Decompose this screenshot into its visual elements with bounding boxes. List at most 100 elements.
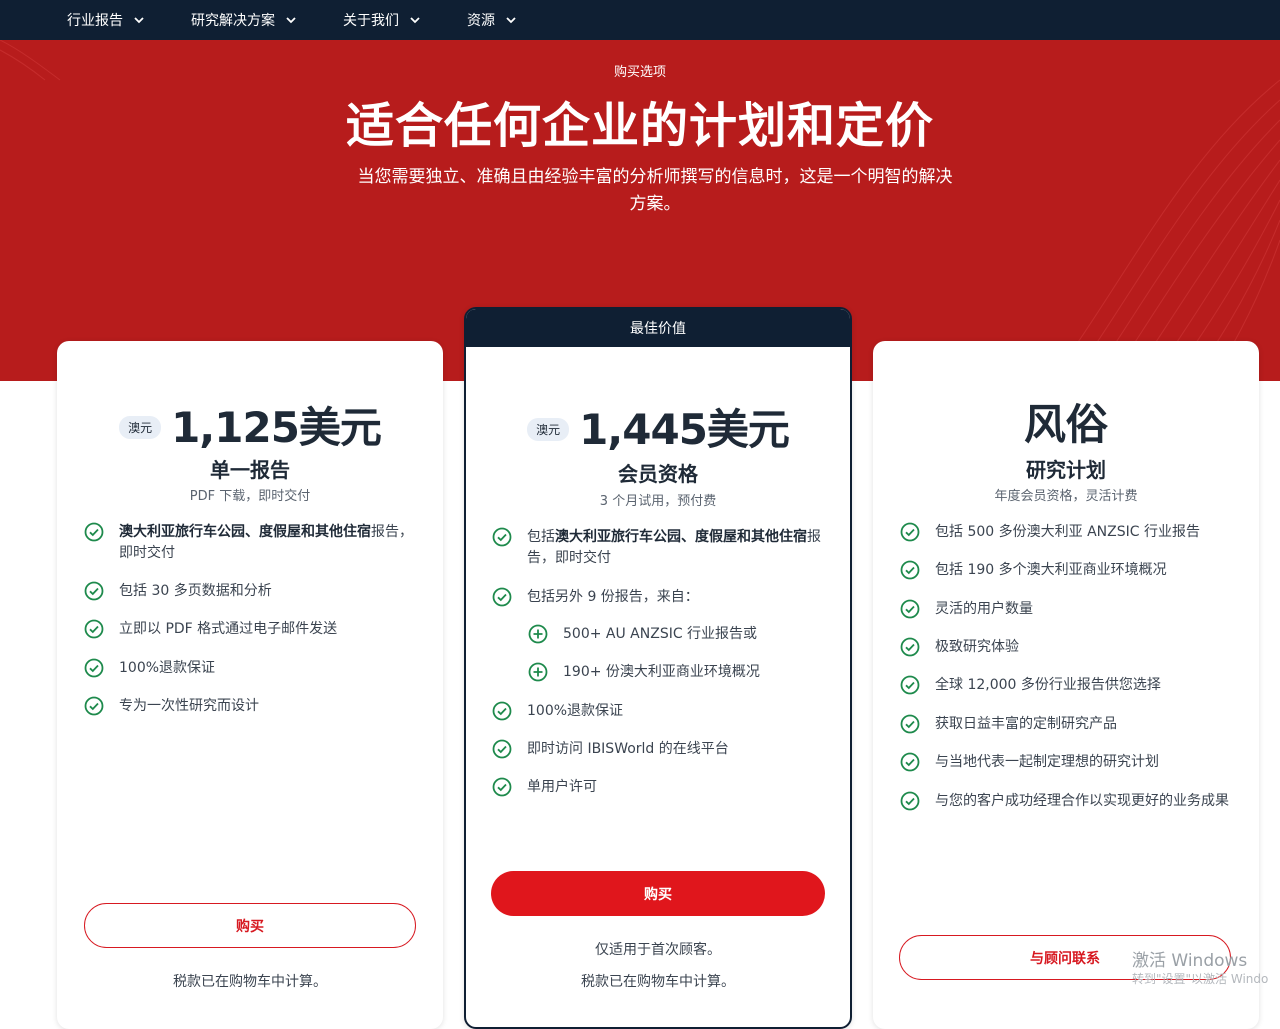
feature-item: 100%退款保证 xyxy=(492,701,623,722)
price-row: 澳元 1,445美元 xyxy=(466,396,850,457)
nav-item-label: 关于我们 xyxy=(343,13,399,29)
feature-item: 与当地代表一起制定理想的研究计划 xyxy=(900,752,1159,773)
feature-item: 包括 500 多份澳大利亚 ANZSIC 行业报告 xyxy=(900,522,1200,543)
check-circle-icon xyxy=(84,522,104,542)
feature-item: 100%退款保证 xyxy=(84,658,215,679)
plan-name: 会员资格 xyxy=(618,462,698,486)
check-circle-icon xyxy=(84,658,104,678)
plan-price: 1,445美元 xyxy=(579,405,790,454)
check-circle-icon xyxy=(492,777,512,797)
feature-item: 与您的客户成功经理合作以实现更好的业务成果 xyxy=(900,791,1250,812)
plan-title: 风俗 xyxy=(1023,400,1108,449)
currency-badge: 澳元 xyxy=(527,418,570,441)
plan-price: 1,125美元 xyxy=(171,403,382,452)
buy-button[interactable]: 购买 xyxy=(491,871,825,916)
feature-item: 包括澳大利亚旅行车公园、度假屋和其他住宿报 告，即时交付 xyxy=(492,527,827,569)
check-circle-icon xyxy=(900,599,920,619)
hero-subtitle-line: 当您需要独立、准确且由经验丰富的分析师撰写的信息时，这是一个明智的解决 xyxy=(357,167,953,187)
plan-card-custom: 风俗 研究计划 年度会员资格，灵活计费 包括 500 多份澳大利亚 ANZSIC… xyxy=(873,341,1259,1029)
plan-card-membership: 最佳价值 澳元 1,445美元 会员资格 3 个月试用，预付费 包括澳大利亚旅行… xyxy=(464,307,852,1029)
check-circle-icon xyxy=(492,701,512,721)
windows-activation-hint: 转到"设置"以激活 Windo xyxy=(1132,972,1269,986)
chevron-down-icon xyxy=(506,17,516,24)
chevron-down-icon xyxy=(410,17,420,24)
page-title: 适合任何企业的计划和定价 xyxy=(345,98,934,154)
check-circle-icon xyxy=(84,619,104,639)
plan-note: PDF 下载，即时交付 xyxy=(189,489,311,504)
first-time-note: 仅适用于首次顾客。 xyxy=(595,942,721,958)
feature-text: 包括 30 多页数据和分析 xyxy=(119,583,272,599)
feature-second-line: 即时交付 xyxy=(119,545,175,561)
feature-item: 澳大利亚旅行车公园、度假屋和其他住宿报告， 即时交付 xyxy=(84,522,414,564)
check-circle-icon xyxy=(492,739,512,759)
check-circle-icon xyxy=(84,696,104,716)
check-circle-icon xyxy=(900,752,920,772)
feature-text: 包括另外 9 份报告，来自： xyxy=(527,589,699,605)
feature-text: 与您的客户成功经理合作以实现更好的业务成果 xyxy=(935,793,1229,809)
currency-badge: 澳元 xyxy=(119,416,162,439)
check-circle-icon xyxy=(900,714,920,734)
windows-activation-watermark: 激活 Windows xyxy=(1132,951,1248,971)
check-circle-icon xyxy=(900,560,920,580)
check-circle-icon xyxy=(84,581,104,601)
plan-name: 研究计划 xyxy=(1026,458,1106,482)
best-value-ribbon: 最佳价值 xyxy=(466,309,850,347)
feature-text: 500+ AU ANZSIC 行业报告或 xyxy=(563,626,758,642)
feature-item: 即时访问 IBISWorld 的在线平台 xyxy=(492,739,729,760)
feature-subitem: 500+ AU ANZSIC 行业报告或 xyxy=(528,624,757,645)
nav-item-label: 资源 xyxy=(467,13,495,29)
tax-note: 税款已在购物车中计算。 xyxy=(173,974,327,990)
feature-item: 立即以 PDF 格式通过电子邮件发送 xyxy=(84,619,337,640)
feature-text: 包括 500 多份澳大利亚 ANZSIC 行业报告 xyxy=(935,524,1200,540)
hero-subtitle-line: 方案。 xyxy=(629,194,681,214)
nav-about-us[interactable]: 关于我们 xyxy=(343,0,421,40)
plus-circle-icon xyxy=(528,662,548,682)
plan-name: 单一报告 xyxy=(210,458,290,482)
feature-text: 澳大利亚旅行车公园、度假屋和其他住宿报告， 即时交付 xyxy=(119,522,413,564)
plan-note: 年度会员资格，灵活计费 xyxy=(994,489,1138,504)
hero-eyebrow: 购买选项 xyxy=(613,65,666,80)
feature-text: 灵活的用户数量 xyxy=(935,601,1033,617)
tax-note: 税款已在购物车中计算。 xyxy=(581,974,735,990)
nav-resources[interactable]: 资源 xyxy=(467,0,517,40)
feature-text: 与当地代表一起制定理想的研究计划 xyxy=(935,754,1159,770)
feature-text: 190+ 份澳大利亚商业环境概况 xyxy=(563,664,760,680)
nav-industry-reports[interactable]: 行业报告 xyxy=(67,0,145,40)
check-circle-icon xyxy=(492,587,512,607)
feature-prefix: 包括 xyxy=(527,529,555,545)
feature-text: 即时访问 IBISWorld 的在线平台 xyxy=(527,741,729,757)
nav-item-label: 行业报告 xyxy=(67,13,123,29)
feature-item: 获取日益丰富的定制研究产品 xyxy=(900,714,1117,735)
feature-item: 极致研究体验 xyxy=(900,637,1019,658)
plan-card-single-report: 澳元 1,125美元 单一报告 PDF 下载，即时交付 澳大利亚旅行车公园、度假… xyxy=(57,341,443,1029)
plan-note: 3 个月试用，预付费 xyxy=(599,494,717,509)
feature-bold-text: 澳大利亚旅行车公园、度假屋和其他住宿 xyxy=(555,529,807,545)
check-circle-icon xyxy=(900,637,920,657)
nav-item-label: 研究解决方案 xyxy=(191,13,275,29)
buy-button[interactable]: 购买 xyxy=(84,903,416,948)
feature-text: 100%退款保证 xyxy=(119,660,216,676)
feature-suffix: 报 xyxy=(807,529,821,545)
hero-subtitle: 当您需要独立、准确且由经验丰富的分析师撰写的信息时，这是一个明智的解决 方案。 xyxy=(340,164,970,218)
feature-item: 灵活的用户数量 xyxy=(900,599,1033,620)
plus-circle-icon xyxy=(528,624,548,644)
feature-text: 包括 190 多个澳大利亚商业环境概况 xyxy=(935,562,1167,578)
feature-text: 极致研究体验 xyxy=(935,639,1019,655)
feature-text: 专为一次性研究而设计 xyxy=(119,698,259,714)
check-circle-icon xyxy=(900,522,920,542)
chevron-down-icon xyxy=(286,17,296,24)
feature-item: 包括另外 9 份报告，来自： xyxy=(492,587,699,608)
nav-research-solutions[interactable]: 研究解决方案 xyxy=(191,0,297,40)
top-nav: 行业报告 研究解决方案 关于我们 资源 xyxy=(0,0,1280,40)
feature-subitem: 190+ 份澳大利亚商业环境概况 xyxy=(528,662,760,683)
feature-item: 专为一次性研究而设计 xyxy=(84,696,259,717)
feature-item: 单用户许可 xyxy=(492,777,597,798)
feature-item: 包括 30 多页数据和分析 xyxy=(84,581,272,602)
feature-text: 单用户许可 xyxy=(527,779,597,795)
feature-item: 全球 12,000 多份行业报告供您选择 xyxy=(900,675,1161,696)
chevron-down-icon xyxy=(134,17,144,24)
feature-text: 立即以 PDF 格式通过电子邮件发送 xyxy=(119,621,338,637)
check-circle-icon xyxy=(900,791,920,811)
feature-text: 获取日益丰富的定制研究产品 xyxy=(935,716,1117,732)
price-row: 澳元 1,125美元 xyxy=(57,394,443,455)
